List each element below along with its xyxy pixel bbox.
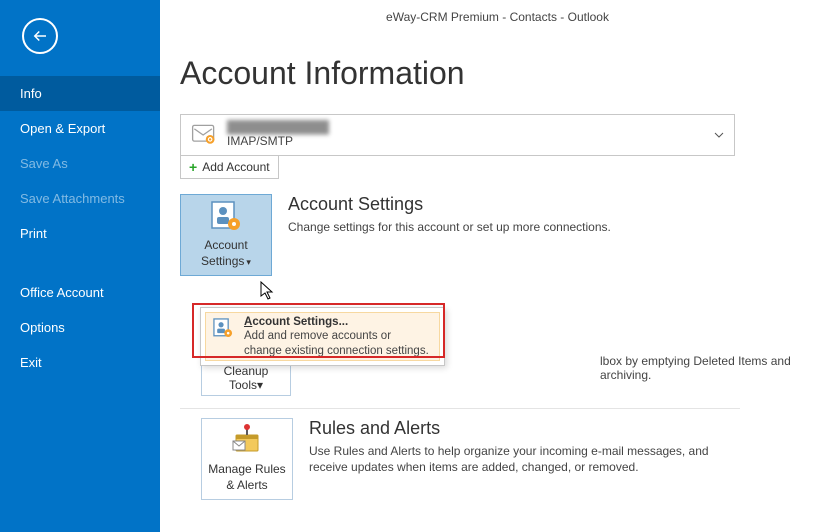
sidebar-item-info[interactable]: Info — [0, 76, 160, 111]
dropdown-item-desc-line1: Add and remove accounts or — [244, 329, 429, 343]
button-label-line2: Settings▾ — [201, 255, 251, 269]
sidebar-item-label: Save Attachments — [20, 191, 125, 206]
rules-alerts-icon — [230, 423, 264, 457]
add-account-button[interactable]: + Add Account — [180, 155, 279, 179]
account-settings-button[interactable]: Account Settings▾ — [180, 194, 272, 276]
back-button[interactable] — [22, 18, 58, 54]
dropdown-item-account-settings[interactable]: Account Settings... Add and remove accou… — [205, 312, 440, 361]
section-divider — [180, 408, 740, 409]
arrow-left-icon — [31, 27, 49, 45]
sidebar-item-office-account[interactable]: Office Account — [0, 275, 160, 310]
sidebar-item-save-as: Save As — [0, 146, 160, 181]
button-label-line1: Manage Rules — [208, 463, 285, 477]
sidebar-item-print[interactable]: Print — [0, 216, 160, 251]
sidebar-item-label: Exit — [20, 355, 42, 370]
manage-rules-button[interactable]: Manage Rules & Alerts — [201, 418, 293, 500]
button-label-line2: & Alerts — [226, 479, 267, 493]
sidebar-item-label: Open & Export — [20, 121, 105, 136]
mailbox-icon — [190, 121, 218, 149]
plus-icon: + — [189, 160, 197, 174]
sidebar-item-exit[interactable]: Exit — [0, 345, 160, 380]
button-label-line1: Account — [204, 239, 247, 253]
sidebar-item-label: Options — [20, 320, 65, 335]
account-settings-dropdown: Account Settings... Add and remove accou… — [200, 307, 445, 366]
mailbox-cleanup-desc-fragment: lbox by emptying Deleted Items and archi… — [600, 354, 835, 382]
account-email: ████████████ — [227, 121, 329, 135]
account-selector[interactable]: ████████████ IMAP/SMTP — [180, 114, 735, 156]
sidebar-item-label: Save As — [20, 156, 68, 171]
button-label-line2: Tools▾ — [229, 379, 263, 392]
section-title-rules: Rules and Alerts — [309, 418, 739, 439]
dropdown-item-desc-line2: change existing connection settings. — [244, 344, 429, 358]
account-settings-icon — [209, 199, 243, 233]
sidebar-item-label: Print — [20, 226, 47, 241]
section-title-account-settings: Account Settings — [288, 194, 611, 215]
account-protocol: IMAP/SMTP — [227, 135, 329, 149]
sidebar-item-label: Info — [20, 86, 42, 101]
sidebar-item-save-attachments: Save Attachments — [0, 181, 160, 216]
chevron-down-icon — [714, 132, 724, 138]
add-account-label: Add Account — [202, 160, 269, 174]
sidebar-item-open-export[interactable]: Open & Export — [0, 111, 160, 146]
cleanup-tools-button[interactable]: Cleanup Tools▾ — [201, 362, 291, 396]
account-settings-icon — [212, 317, 234, 339]
section-desc-rules: Use Rules and Alerts to help organize yo… — [309, 443, 739, 475]
backstage-sidebar: Info Open & Export Save As Save Attachme… — [0, 0, 160, 532]
window-title: eWay-CRM Premium - Contacts - Outlook — [160, 0, 835, 34]
sidebar-item-options[interactable]: Options — [0, 310, 160, 345]
page-title: Account Information — [180, 55, 835, 92]
dropdown-item-title: Account Settings... — [244, 315, 429, 329]
section-desc-account-settings: Change settings for this account or set … — [288, 219, 611, 235]
sidebar-item-label: Office Account — [20, 285, 104, 300]
